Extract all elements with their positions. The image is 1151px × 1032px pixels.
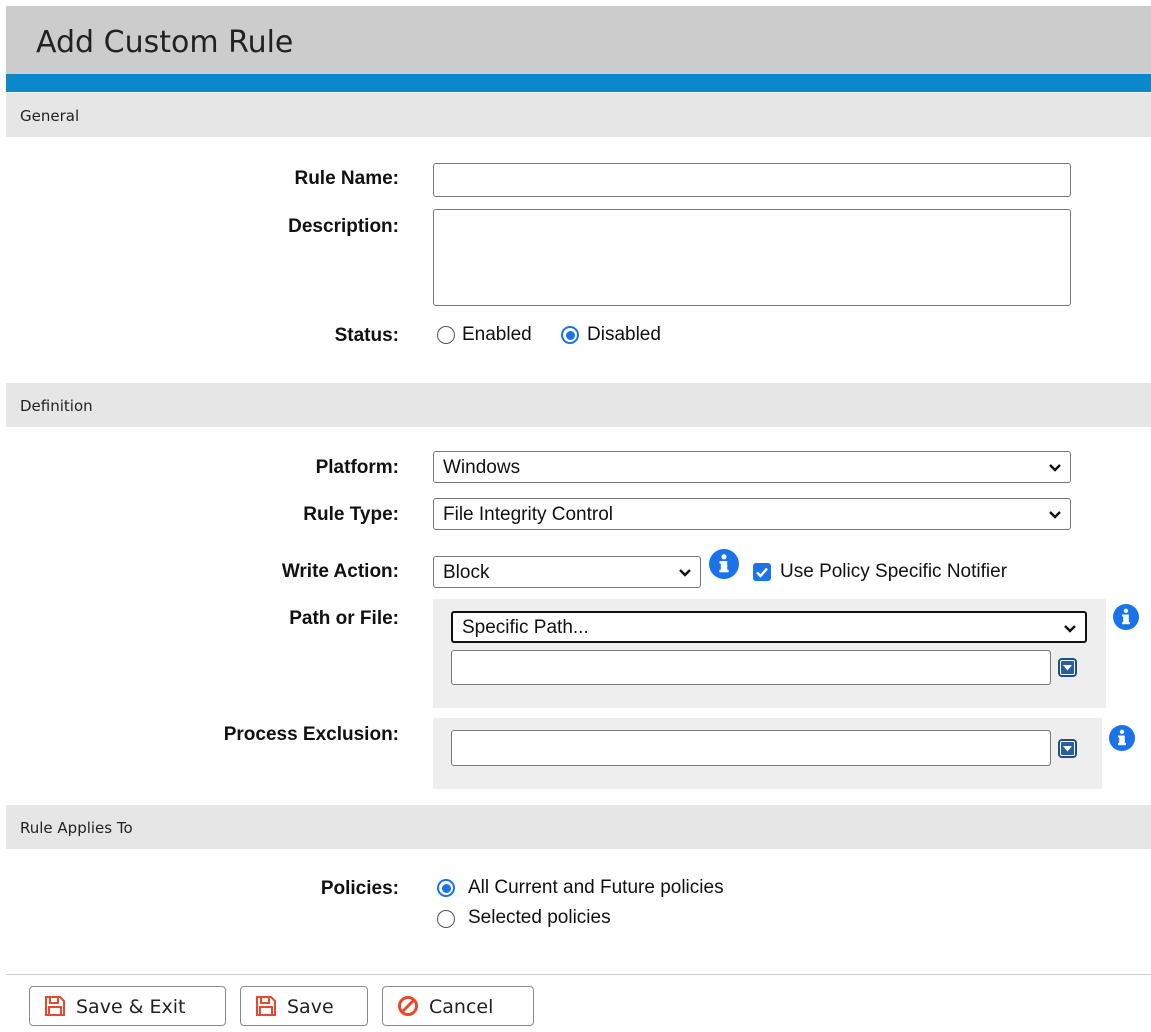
policies-all-label[interactable]: All Current and Future policies bbox=[468, 877, 724, 899]
description-label: Description: bbox=[288, 216, 399, 237]
status-enabled-radio[interactable] bbox=[437, 326, 455, 344]
footer-divider bbox=[6, 974, 1151, 975]
notifier-label[interactable]: Use Policy Specific Notifier bbox=[780, 561, 1007, 583]
status-disabled-label[interactable]: Disabled bbox=[587, 324, 661, 346]
cancel-icon bbox=[398, 996, 418, 1016]
rule-name-label: Rule Name: bbox=[294, 168, 399, 189]
chevron-down-icon bbox=[1049, 511, 1061, 519]
status-label: Status: bbox=[334, 325, 399, 346]
platform-select-value: Windows bbox=[443, 457, 521, 478]
description-textarea[interactable] bbox=[433, 209, 1071, 306]
platform-select[interactable]: Windows bbox=[433, 451, 1071, 483]
title-bar: Add Custom Rule bbox=[6, 6, 1151, 74]
save-exit-button[interactable]: Save & Exit bbox=[29, 986, 226, 1026]
write-action-select[interactable]: Block bbox=[433, 556, 701, 588]
path-input[interactable] bbox=[451, 650, 1051, 685]
section-header-applies-to: Rule Applies To bbox=[6, 805, 1151, 849]
info-icon[interactable] bbox=[1113, 604, 1139, 630]
section-title-definition: Definition bbox=[20, 397, 93, 415]
status-enabled-label[interactable]: Enabled bbox=[462, 324, 532, 346]
section-header-definition: Definition bbox=[6, 383, 1151, 427]
policies-label: Policies: bbox=[320, 878, 399, 899]
policies-all-radio[interactable] bbox=[437, 879, 455, 897]
section-header-general: General bbox=[6, 93, 1151, 137]
info-icon[interactable] bbox=[1109, 725, 1135, 751]
path-or-file-label: Path or File: bbox=[289, 608, 399, 629]
policies-selected-radio[interactable] bbox=[437, 910, 455, 928]
page-title: Add Custom Rule bbox=[36, 25, 294, 60]
status-disabled-radio[interactable] bbox=[561, 326, 579, 344]
save-label: Save bbox=[287, 996, 334, 1018]
chevron-down-icon bbox=[1049, 464, 1061, 472]
accent-stripe bbox=[6, 74, 1151, 92]
save-exit-label: Save & Exit bbox=[76, 996, 186, 1018]
rule-type-label: Rule Type: bbox=[303, 504, 399, 525]
chevron-down-icon bbox=[1064, 625, 1076, 633]
path-type-select-value: Specific Path... bbox=[462, 617, 589, 638]
info-icon[interactable] bbox=[709, 549, 739, 579]
save-button[interactable]: Save bbox=[240, 986, 368, 1026]
notifier-checkbox[interactable] bbox=[753, 563, 771, 581]
rule-type-select-value: File Integrity Control bbox=[443, 504, 614, 525]
write-action-label: Write Action: bbox=[281, 561, 399, 582]
dropdown-arrow-icon[interactable] bbox=[1058, 739, 1077, 758]
chevron-down-icon bbox=[679, 569, 691, 577]
section-title-general: General bbox=[20, 107, 80, 125]
floppy-disk-icon bbox=[45, 996, 65, 1016]
rule-type-select[interactable]: File Integrity Control bbox=[433, 498, 1071, 530]
checkmark-icon bbox=[756, 567, 768, 578]
floppy-disk-icon bbox=[256, 996, 276, 1016]
process-exclusion-label: Process Exclusion: bbox=[223, 724, 399, 745]
cancel-label: Cancel bbox=[429, 996, 494, 1018]
rule-name-input[interactable] bbox=[433, 163, 1071, 197]
policies-selected-label[interactable]: Selected policies bbox=[468, 907, 611, 929]
cancel-button[interactable]: Cancel bbox=[382, 986, 534, 1026]
dropdown-arrow-icon[interactable] bbox=[1058, 658, 1077, 677]
path-type-select[interactable]: Specific Path... bbox=[451, 611, 1087, 643]
platform-label: Platform: bbox=[315, 457, 399, 478]
section-title-applies-to: Rule Applies To bbox=[20, 819, 133, 837]
write-action-select-value: Block bbox=[443, 562, 490, 583]
process-exclusion-input[interactable] bbox=[451, 730, 1051, 766]
